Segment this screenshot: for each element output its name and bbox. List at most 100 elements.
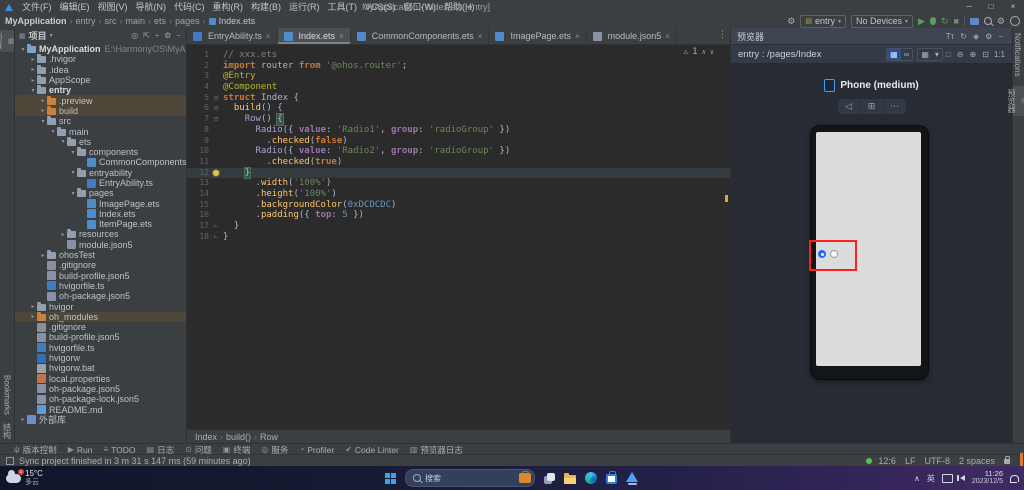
taskbar-search[interactable]: 搜索 bbox=[405, 469, 535, 487]
collapse-all-icon[interactable]: ⇱ bbox=[142, 31, 151, 40]
tree-chevron-icon[interactable]: ▸ bbox=[39, 107, 47, 114]
device-control-button[interactable]: ⊞ bbox=[861, 99, 884, 114]
device-control-button[interactable]: ◁ bbox=[838, 99, 861, 114]
fold-marker-icon[interactable]: ∟ bbox=[214, 232, 223, 243]
tool-tab-project[interactable]: ▦ 项目 bbox=[0, 30, 14, 52]
maximize-button[interactable]: □ bbox=[980, 0, 1002, 14]
intention-bulb-icon[interactable] bbox=[213, 169, 219, 176]
tree-chevron-icon[interactable]: ▸ bbox=[29, 56, 37, 63]
task-view-button[interactable] bbox=[544, 472, 555, 484]
grid-icon[interactable]: ▦ bbox=[918, 49, 932, 60]
breadcrumb-item[interactable]: MyApplication bbox=[5, 16, 67, 26]
code-line[interactable]: 4 @Component bbox=[187, 82, 730, 93]
start-button[interactable] bbox=[385, 472, 396, 484]
network-display-icon[interactable] bbox=[941, 473, 953, 483]
editor-tab[interactable]: module.json5 × bbox=[587, 28, 677, 44]
close-tab-icon[interactable]: × bbox=[478, 32, 483, 41]
menu-item[interactable]: 运行(R) bbox=[285, 0, 324, 14]
expand-settings-icon[interactable]: ÷ bbox=[154, 31, 160, 40]
profiler-button[interactable]: ↻ bbox=[941, 15, 949, 27]
stop-button[interactable]: ■ bbox=[953, 15, 958, 27]
tree-item[interactable]: ▸ oh_modules bbox=[15, 311, 186, 323]
tree-item[interactable]: build-profile.json5 bbox=[15, 332, 186, 342]
device-file-browser-icon[interactable] bbox=[969, 17, 979, 25]
settings-icon[interactable]: ⚙ bbox=[997, 15, 1005, 27]
menu-item[interactable]: 编辑(E) bbox=[56, 0, 94, 14]
tree-item[interactable]: ▾ ets bbox=[15, 136, 186, 147]
tree-item[interactable]: local.properties bbox=[15, 374, 186, 384]
fold-marker-icon[interactable]: ⊟ bbox=[214, 114, 223, 125]
tree-item[interactable]: ▸ .preview bbox=[15, 95, 186, 106]
close-tab-icon[interactable]: × bbox=[266, 32, 271, 41]
volume-icon[interactable] bbox=[956, 475, 965, 481]
tree-item[interactable]: oh-package.json5 bbox=[15, 384, 186, 394]
tree-item[interactable]: hvigorfile.ts bbox=[15, 343, 186, 353]
indent-setting[interactable]: 2 spaces bbox=[959, 456, 995, 466]
caret-position[interactable]: 12:6 bbox=[878, 456, 896, 466]
panel-settings-icon[interactable]: ⚙ bbox=[163, 31, 172, 40]
close-tab-icon[interactable]: × bbox=[665, 32, 670, 41]
editor-breadcrumb-item[interactable]: Row bbox=[260, 432, 278, 442]
editor-tab[interactable]: EntryAbility.ts × bbox=[187, 28, 278, 44]
tree-item[interactable]: hvigorw.bat bbox=[15, 363, 186, 373]
breadcrumb-item[interactable]: ets bbox=[154, 16, 166, 26]
code-line[interactable]: 6 ⊟ build() { bbox=[187, 103, 730, 114]
tree-item[interactable]: CommonComponents.ets bbox=[15, 157, 186, 167]
edge-browser-button[interactable] bbox=[585, 472, 597, 484]
fold-marker-icon[interactable]: ⊟ bbox=[214, 93, 223, 104]
locate-file-icon[interactable]: ◎ bbox=[130, 31, 139, 40]
tree-chevron-icon[interactable]: ▾ bbox=[39, 118, 47, 125]
menu-item[interactable]: 视图(V) bbox=[94, 0, 132, 14]
breadcrumb-item[interactable]: entry bbox=[76, 16, 96, 26]
code-line[interactable]: 8 Radio({ value: 'Radio1', group: 'radio… bbox=[187, 125, 730, 136]
tree-chevron-icon[interactable]: ▸ bbox=[29, 313, 37, 320]
device-control-button[interactable]: ⋯ bbox=[884, 99, 906, 114]
tree-item[interactable]: oh-package.json5 bbox=[15, 291, 186, 301]
tree-item[interactable]: build-profile.json5 bbox=[15, 271, 186, 281]
menu-item[interactable]: 重构(R) bbox=[209, 0, 248, 14]
tree-item[interactable]: ▾ components bbox=[15, 147, 186, 157]
fold-marker-icon[interactable]: ∟ bbox=[214, 221, 223, 232]
tool-tab-structure[interactable]: 结构 bbox=[2, 423, 13, 439]
device-selector[interactable]: No Devices ▾ bbox=[850, 14, 914, 28]
tree-item[interactable]: ▸ build bbox=[15, 105, 186, 117]
tree-chevron-icon[interactable]: ▾ bbox=[69, 169, 77, 176]
editor-breadcrumb-item[interactable]: build() bbox=[226, 432, 251, 442]
deveco-studio-button[interactable] bbox=[626, 471, 638, 485]
chevron-down-icon[interactable]: ▾ bbox=[932, 49, 942, 60]
code-line[interactable]: 12∟ } bbox=[187, 166, 730, 180]
code-line[interactable]: 9 . checked(false) bbox=[187, 136, 730, 147]
menu-item[interactable]: 构建(B) bbox=[247, 0, 285, 14]
tree-item[interactable]: ▸ AppScope bbox=[15, 75, 186, 85]
code-editor[interactable]: ⚠ 1 ∧ ∨ 1// xxx.ets 2 import router from '… bbox=[187, 45, 730, 429]
tool-tab-bookmarks[interactable]: Bookmarks bbox=[3, 375, 12, 415]
previewer-header-icon[interactable]: ⚙ bbox=[982, 32, 995, 41]
tree-chevron-icon[interactable]: ▸ bbox=[29, 66, 37, 73]
tree-item[interactable]: ▸ 外部库 bbox=[15, 415, 186, 425]
tree-chevron-icon[interactable]: ▸ bbox=[29, 77, 37, 84]
readonly-lock-icon[interactable] bbox=[1004, 455, 1010, 464]
inspect-toggle[interactable]: ∞ bbox=[901, 49, 913, 60]
tree-item[interactable]: README.md bbox=[15, 404, 186, 415]
editor-tab[interactable]: CommonComponents.ets × bbox=[351, 28, 490, 44]
zoom-ratio[interactable]: 1:1 bbox=[994, 50, 1005, 59]
tree-item[interactable]: .gitignore bbox=[15, 322, 186, 332]
tree-item[interactable]: ▾ pages bbox=[15, 188, 186, 198]
run-button[interactable]: ▶ bbox=[918, 15, 925, 27]
code-line[interactable]: 16 . padding({ top: 5 }) bbox=[187, 210, 730, 221]
menu-item[interactable]: 工具(T) bbox=[324, 0, 362, 14]
tree-item[interactable]: hvigorw bbox=[15, 353, 186, 363]
account-avatar[interactable] bbox=[1010, 16, 1020, 26]
code-line[interactable]: 2 import router from '@ohos.router'; bbox=[187, 61, 730, 72]
menu-item[interactable]: 代码(C) bbox=[170, 0, 209, 14]
breadcrumb-item[interactable]: Index.ets bbox=[209, 16, 256, 26]
weather-widget[interactable]: 1 15°C 多云 bbox=[6, 468, 43, 487]
tree-chevron-icon[interactable]: ▸ bbox=[29, 303, 37, 310]
tree-item[interactable]: ▸ resources bbox=[15, 229, 186, 239]
tree-chevron-icon[interactable]: ▾ bbox=[69, 190, 77, 197]
line-ending[interactable]: LF bbox=[905, 456, 916, 466]
code-line[interactable]: 15 . backgroundColor(0xDCDCDC) bbox=[187, 200, 730, 211]
tree-item[interactable]: Index.ets bbox=[15, 209, 186, 219]
editor-tab[interactable]: ImagePage.ets × bbox=[489, 28, 587, 44]
code-line[interactable]: 10 Radio({ value: 'Radio2', group: 'radi… bbox=[187, 146, 730, 157]
